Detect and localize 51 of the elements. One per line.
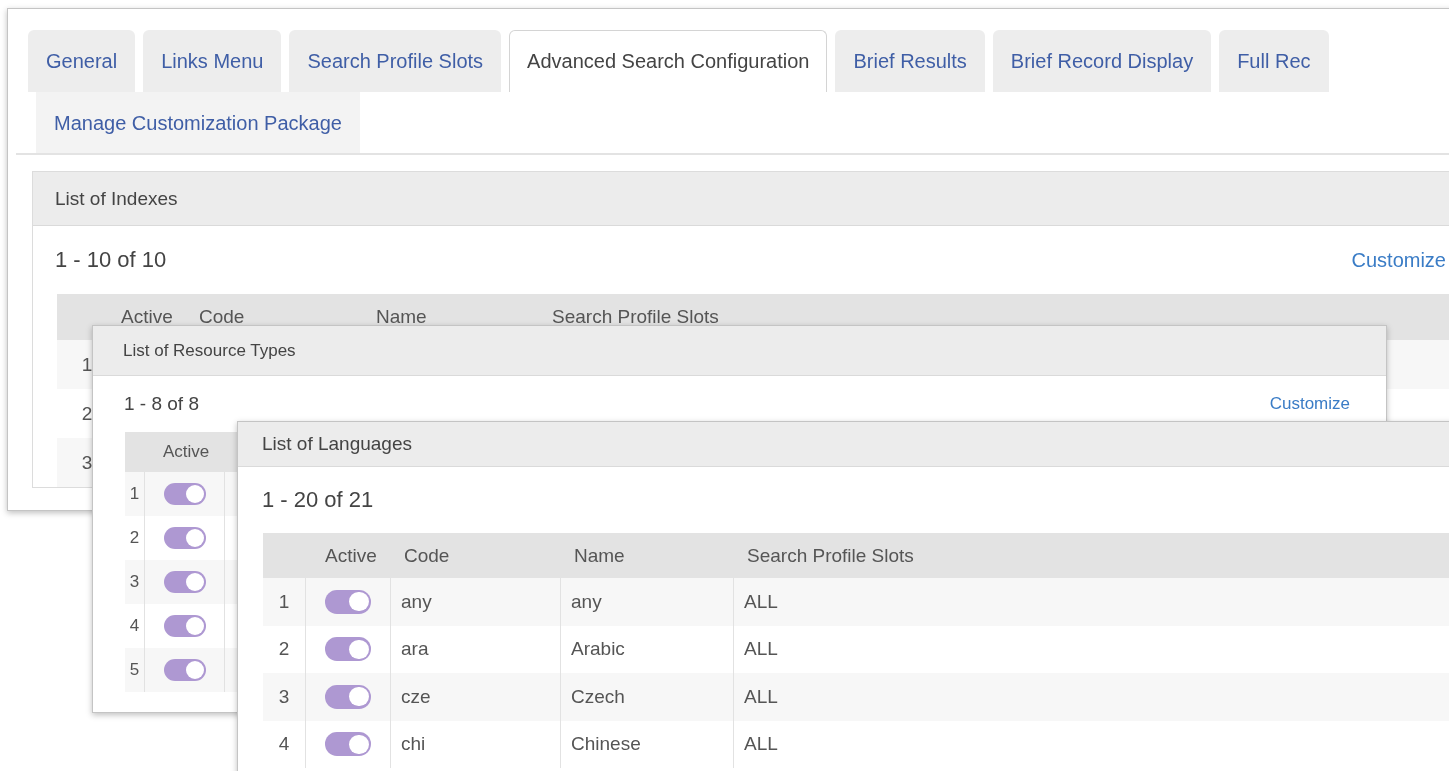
tab[interactable]: General <box>28 30 136 92</box>
row-number: 1 <box>80 352 94 377</box>
column-header: Code <box>403 544 451 567</box>
tab[interactable]: Full Rec <box>1219 30 1329 92</box>
column-header: Search Profile Slots <box>746 544 915 567</box>
row-number: 4 <box>263 720 306 768</box>
table-cell: any <box>561 578 734 626</box>
customize-link[interactable]: Customize <box>1351 248 1446 272</box>
result-count: 1 - 20 of 21 <box>262 487 374 513</box>
row-number: 3 <box>80 450 94 475</box>
toggle-switch[interactable] <box>163 615 206 637</box>
toggle-switch[interactable] <box>163 527 206 549</box>
tab[interactable]: Manage Customization Package <box>36 92 360 153</box>
panel-header: List of Resource Types <box>93 326 1386 376</box>
toggle-switch[interactable] <box>163 483 206 505</box>
tab[interactable]: Links Menu <box>143 30 282 92</box>
table-cell-text: ALL <box>743 684 779 709</box>
toggle-switch[interactable] <box>325 637 371 662</box>
table-cell-text: ALL <box>743 637 779 662</box>
table-cell-text: ALL <box>743 589 779 614</box>
column-header: Name <box>573 544 626 567</box>
toggle-switch[interactable] <box>325 589 371 614</box>
row-number: 3 <box>263 673 306 721</box>
row-number: 5 <box>125 648 145 692</box>
table-cell: cze <box>391 673 561 721</box>
table-cell-text: ALL <box>743 732 779 757</box>
panel-header: List of Languages <box>238 422 1449 467</box>
column-header: Code <box>199 306 246 328</box>
table-cell: chi <box>391 720 561 768</box>
toggle-switch[interactable] <box>163 571 206 593</box>
column-header: Active <box>162 442 211 462</box>
table-cell: Czech <box>561 673 734 721</box>
tab[interactable]: Brief Results <box>835 30 985 92</box>
table-cell: any <box>391 578 561 626</box>
customize-link[interactable]: Customize <box>1269 394 1350 414</box>
toggle-switch[interactable] <box>325 684 371 709</box>
tab[interactable]: Advanced Search Configuration <box>509 30 828 92</box>
toggle-switch[interactable] <box>163 659 206 681</box>
column-header: Active <box>324 544 378 567</box>
row-number: 1 <box>263 578 306 626</box>
tab[interactable]: Brief Record Display <box>992 30 1212 92</box>
table-cell: Chinese <box>561 720 734 768</box>
column-header: Name <box>376 306 428 328</box>
column-header: Search Profile Slots <box>552 306 720 328</box>
result-count: 1 - 8 of 8 <box>124 393 199 415</box>
toggle-switch[interactable] <box>325 732 371 757</box>
tab[interactable]: Search Profile Slots <box>289 30 502 92</box>
result-count: 1 - 10 of 10 <box>55 247 167 273</box>
column-header: Active <box>120 306 174 328</box>
row-number: 2 <box>80 401 94 426</box>
section-header: List of Indexes <box>33 172 1449 226</box>
